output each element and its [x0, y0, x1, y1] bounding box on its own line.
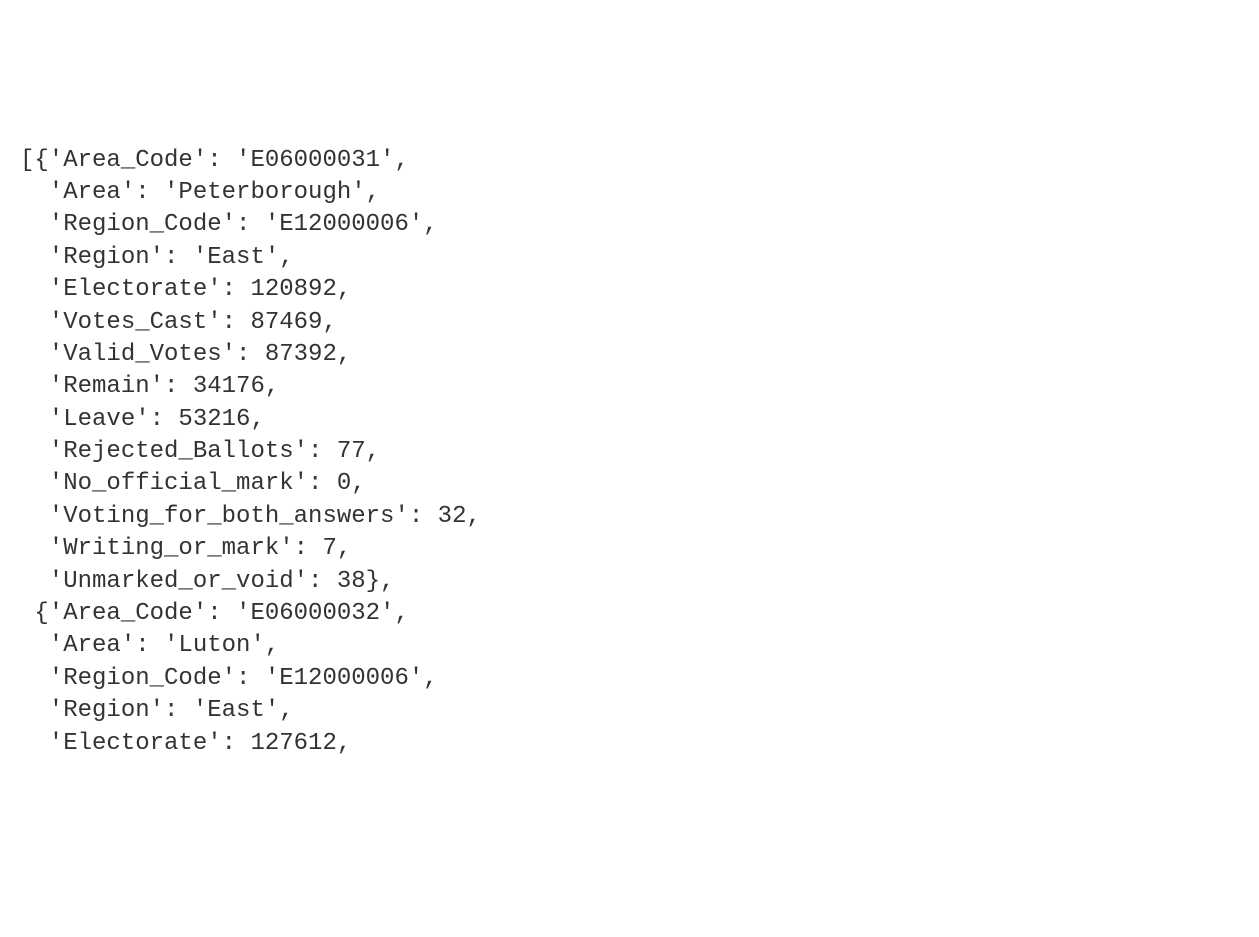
code-line: 'Remain': 34176, [20, 373, 279, 400]
code-line: 'Rejected_Ballots': 77, [20, 438, 380, 465]
code-line: {'Area_Code': 'E06000032', [20, 600, 409, 627]
code-line: 'Leave': 53216, [20, 406, 265, 433]
code-line: 'Valid_Votes': 87392, [20, 341, 351, 368]
python-output-repr: [{'Area_Code': 'E06000031', 'Area': 'Pet… [20, 145, 1239, 760]
code-line: 'Votes_Cast': 87469, [20, 309, 337, 336]
code-line: 'Electorate': 120892, [20, 276, 351, 303]
code-line: 'Unmarked_or_void': 38}, [20, 568, 394, 595]
code-line: 'Region_Code': 'E12000006', [20, 665, 438, 692]
code-line: 'Region_Code': 'E12000006', [20, 211, 438, 238]
code-line: 'Electorate': 127612, [20, 730, 351, 757]
code-line: 'Area': 'Luton', [20, 632, 279, 659]
code-line: 'Region': 'East', [20, 244, 294, 271]
code-line: 'No_official_mark': 0, [20, 470, 366, 497]
code-line: 'Voting_for_both_answers': 32, [20, 503, 481, 530]
code-line: 'Writing_or_mark': 7, [20, 535, 351, 562]
code-line: 'Region': 'East', [20, 697, 294, 724]
code-line: [{'Area_Code': 'E06000031', [20, 147, 409, 174]
code-line: 'Area': 'Peterborough', [20, 179, 380, 206]
